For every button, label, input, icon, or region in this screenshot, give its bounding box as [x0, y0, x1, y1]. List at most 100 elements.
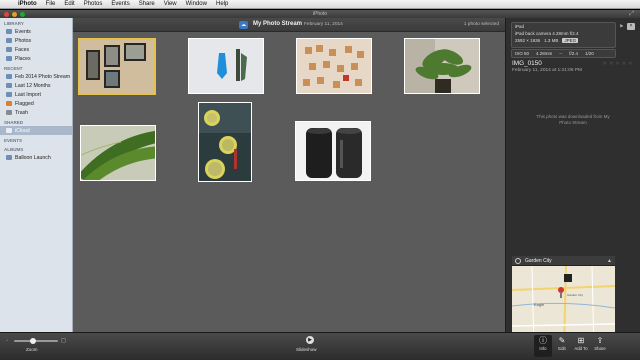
- menu-edit[interactable]: Edit: [60, 1, 79, 7]
- menu-events[interactable]: Events: [107, 1, 134, 7]
- hanging-hats-image: [189, 39, 263, 93]
- chevron-up-icon[interactable]: ▲: [607, 258, 612, 264]
- sidebar-item-label: Photos: [15, 37, 32, 44]
- flag-icon[interactable]: ⚑: [619, 24, 623, 30]
- zoom-in-icon[interactable]: ◻: [61, 337, 66, 344]
- calendar-icon: [6, 83, 12, 88]
- sidebar-item-balloon-launch[interactable]: Balloon Launch: [0, 153, 72, 162]
- place-name: Garden City: [525, 257, 552, 264]
- sidebar-item-label: Trash: [15, 109, 29, 116]
- sidebar-item-label: Feb 2014 Photo Stream: [15, 73, 71, 80]
- source-list-sidebar: LIBRARY Events Photos Faces Places RECEN…: [0, 18, 73, 332]
- events-icon: [6, 29, 12, 34]
- edit-button[interactable]: ✎ Edit: [553, 335, 571, 357]
- photo-thumbnail[interactable]: [198, 102, 252, 182]
- photos-icon: [6, 38, 12, 43]
- file-size: 1.3 MB: [544, 38, 559, 43]
- menu-share[interactable]: Share: [135, 1, 160, 7]
- menu-view[interactable]: View: [160, 1, 182, 7]
- image-title[interactable]: IMG_0150: [512, 60, 542, 67]
- window-title-bar: iPhoto ⤢: [0, 10, 640, 18]
- window-controls: [4, 12, 25, 17]
- info-panel: iPad iPad back camera 4.28mm f/2.4 2592 …: [505, 18, 640, 350]
- places-icon: [6, 56, 12, 61]
- sidebar-item-faces[interactable]: Faces: [0, 45, 72, 54]
- menu-app[interactable]: iPhoto: [14, 1, 42, 7]
- sidebar-item-icloud[interactable]: iCloud: [0, 126, 72, 135]
- sidebar-item-label: Events: [15, 28, 31, 35]
- sidebar-item-last-import[interactable]: Last Import: [0, 90, 72, 99]
- zoom-window-button[interactable]: [20, 12, 25, 17]
- add-to-label: Add To: [574, 346, 588, 351]
- fullscreen-icon[interactable]: ⤢: [629, 11, 634, 18]
- zoom-out-icon[interactable]: ▫: [6, 338, 8, 344]
- image-date: February 11, 2014 at 1:21:06 PM: [512, 68, 583, 73]
- place-header[interactable]: Garden City ▲: [512, 256, 615, 266]
- slideshow-button[interactable]: ▶: [300, 336, 320, 346]
- photo-thumbnail[interactable]: [404, 38, 480, 94]
- sidebar-item-trash[interactable]: Trash: [0, 108, 72, 117]
- camera-info: iPad iPad back camera 4.28mm f/2.4 2592 …: [511, 22, 616, 48]
- pencil-icon: ✎: [558, 336, 566, 345]
- flag-icon: [6, 101, 12, 106]
- album-header: ☁ My Photo Stream February 11, 2014 1 ph…: [73, 18, 505, 32]
- photo-thumbnail[interactable]: [296, 38, 372, 94]
- share-label: Share: [594, 346, 606, 351]
- add-to-button[interactable]: ⊞ Add To: [572, 335, 590, 357]
- cloud-icon: [6, 128, 12, 133]
- info-button[interactable]: ⓘ Info: [534, 335, 552, 357]
- focal-length: 4.28mm: [536, 51, 553, 56]
- zoom-slider[interactable]: [14, 338, 58, 344]
- bottom-toolbar: ▫ ◻ Zoom ▶ Slideshow ⓘ Info ✎ Edit ⊞ Add…: [0, 332, 640, 360]
- photo-thumbnail[interactable]: [78, 38, 156, 95]
- photo-thumbnail[interactable]: [80, 125, 156, 181]
- edit-label: Edit: [558, 346, 566, 351]
- close-window-button[interactable]: [4, 12, 9, 17]
- sidebar-item-last-12-months[interactable]: Last 12 Months: [0, 81, 72, 90]
- download-note: This photo was downloaded from My Photo …: [536, 114, 610, 125]
- album-date: February 11, 2014: [304, 22, 343, 27]
- iso-value: ISO 50: [515, 51, 530, 56]
- sidebar-item-photo-stream-month[interactable]: Feb 2014 Photo Stream: [0, 72, 72, 81]
- sidebar-item-label: Flagged: [15, 100, 34, 107]
- exposure-info: ISO 50 4.28mm -- f/2.4 1/20: [511, 49, 616, 58]
- menu-help[interactable]: Help: [212, 1, 233, 7]
- info-icon: ⓘ: [539, 336, 547, 345]
- section-library-heading: LIBRARY: [4, 21, 24, 26]
- sidebar-item-photos[interactable]: Photos: [0, 36, 72, 45]
- photo-browser: ☁ My Photo Stream February 11, 2014 1 ph…: [73, 18, 505, 332]
- photo-thumbnail[interactable]: [295, 121, 371, 181]
- device-name: iPad: [515, 24, 525, 29]
- sidebar-item-label: Last 12 Months: [15, 82, 51, 89]
- add-icon: ⊞: [577, 336, 585, 345]
- minimize-window-button[interactable]: [12, 12, 17, 17]
- menu-bar: iPhoto File Edit Photos Events Share Vie…: [0, 0, 640, 9]
- import-icon: [6, 92, 12, 97]
- selection-count: 1 photo selected: [463, 22, 499, 27]
- menu-file[interactable]: File: [42, 1, 61, 7]
- aperture: f/2.4: [569, 51, 579, 56]
- close-info-icon[interactable]: ×: [627, 23, 635, 30]
- section-shared-heading: SHARED: [4, 120, 24, 125]
- sidebar-item-label: iCloud: [15, 127, 30, 134]
- album-icon: [6, 74, 12, 79]
- sidebar-item-label: Faces: [15, 46, 30, 53]
- sidebar-item-events[interactable]: Events: [0, 27, 72, 36]
- camera-model: iPad back camera 4.28mm f/2.4: [515, 31, 579, 36]
- section-recent-heading: RECENT: [4, 66, 23, 71]
- rating-stars[interactable]: ★★★★★: [602, 60, 634, 67]
- sidebar-item-places[interactable]: Places: [0, 54, 72, 63]
- sidebar-item-flagged[interactable]: Flagged: [0, 99, 72, 108]
- shutter-speed: 1/20: [585, 51, 594, 56]
- menu-window[interactable]: Window: [182, 1, 212, 7]
- photo-thumbnail[interactable]: [188, 38, 264, 94]
- menu-photos[interactable]: Photos: [80, 1, 108, 7]
- zoom-slider-knob[interactable]: [30, 338, 36, 344]
- slideshow-label: Slideshow: [296, 347, 317, 352]
- album-title: My Photo Stream: [253, 21, 303, 27]
- exposure-bias: --: [559, 51, 563, 56]
- album-icon: [6, 155, 12, 160]
- share-button[interactable]: ⇪ Share: [591, 335, 609, 357]
- trash-icon: [6, 110, 12, 115]
- mac-pro-image: [296, 122, 370, 180]
